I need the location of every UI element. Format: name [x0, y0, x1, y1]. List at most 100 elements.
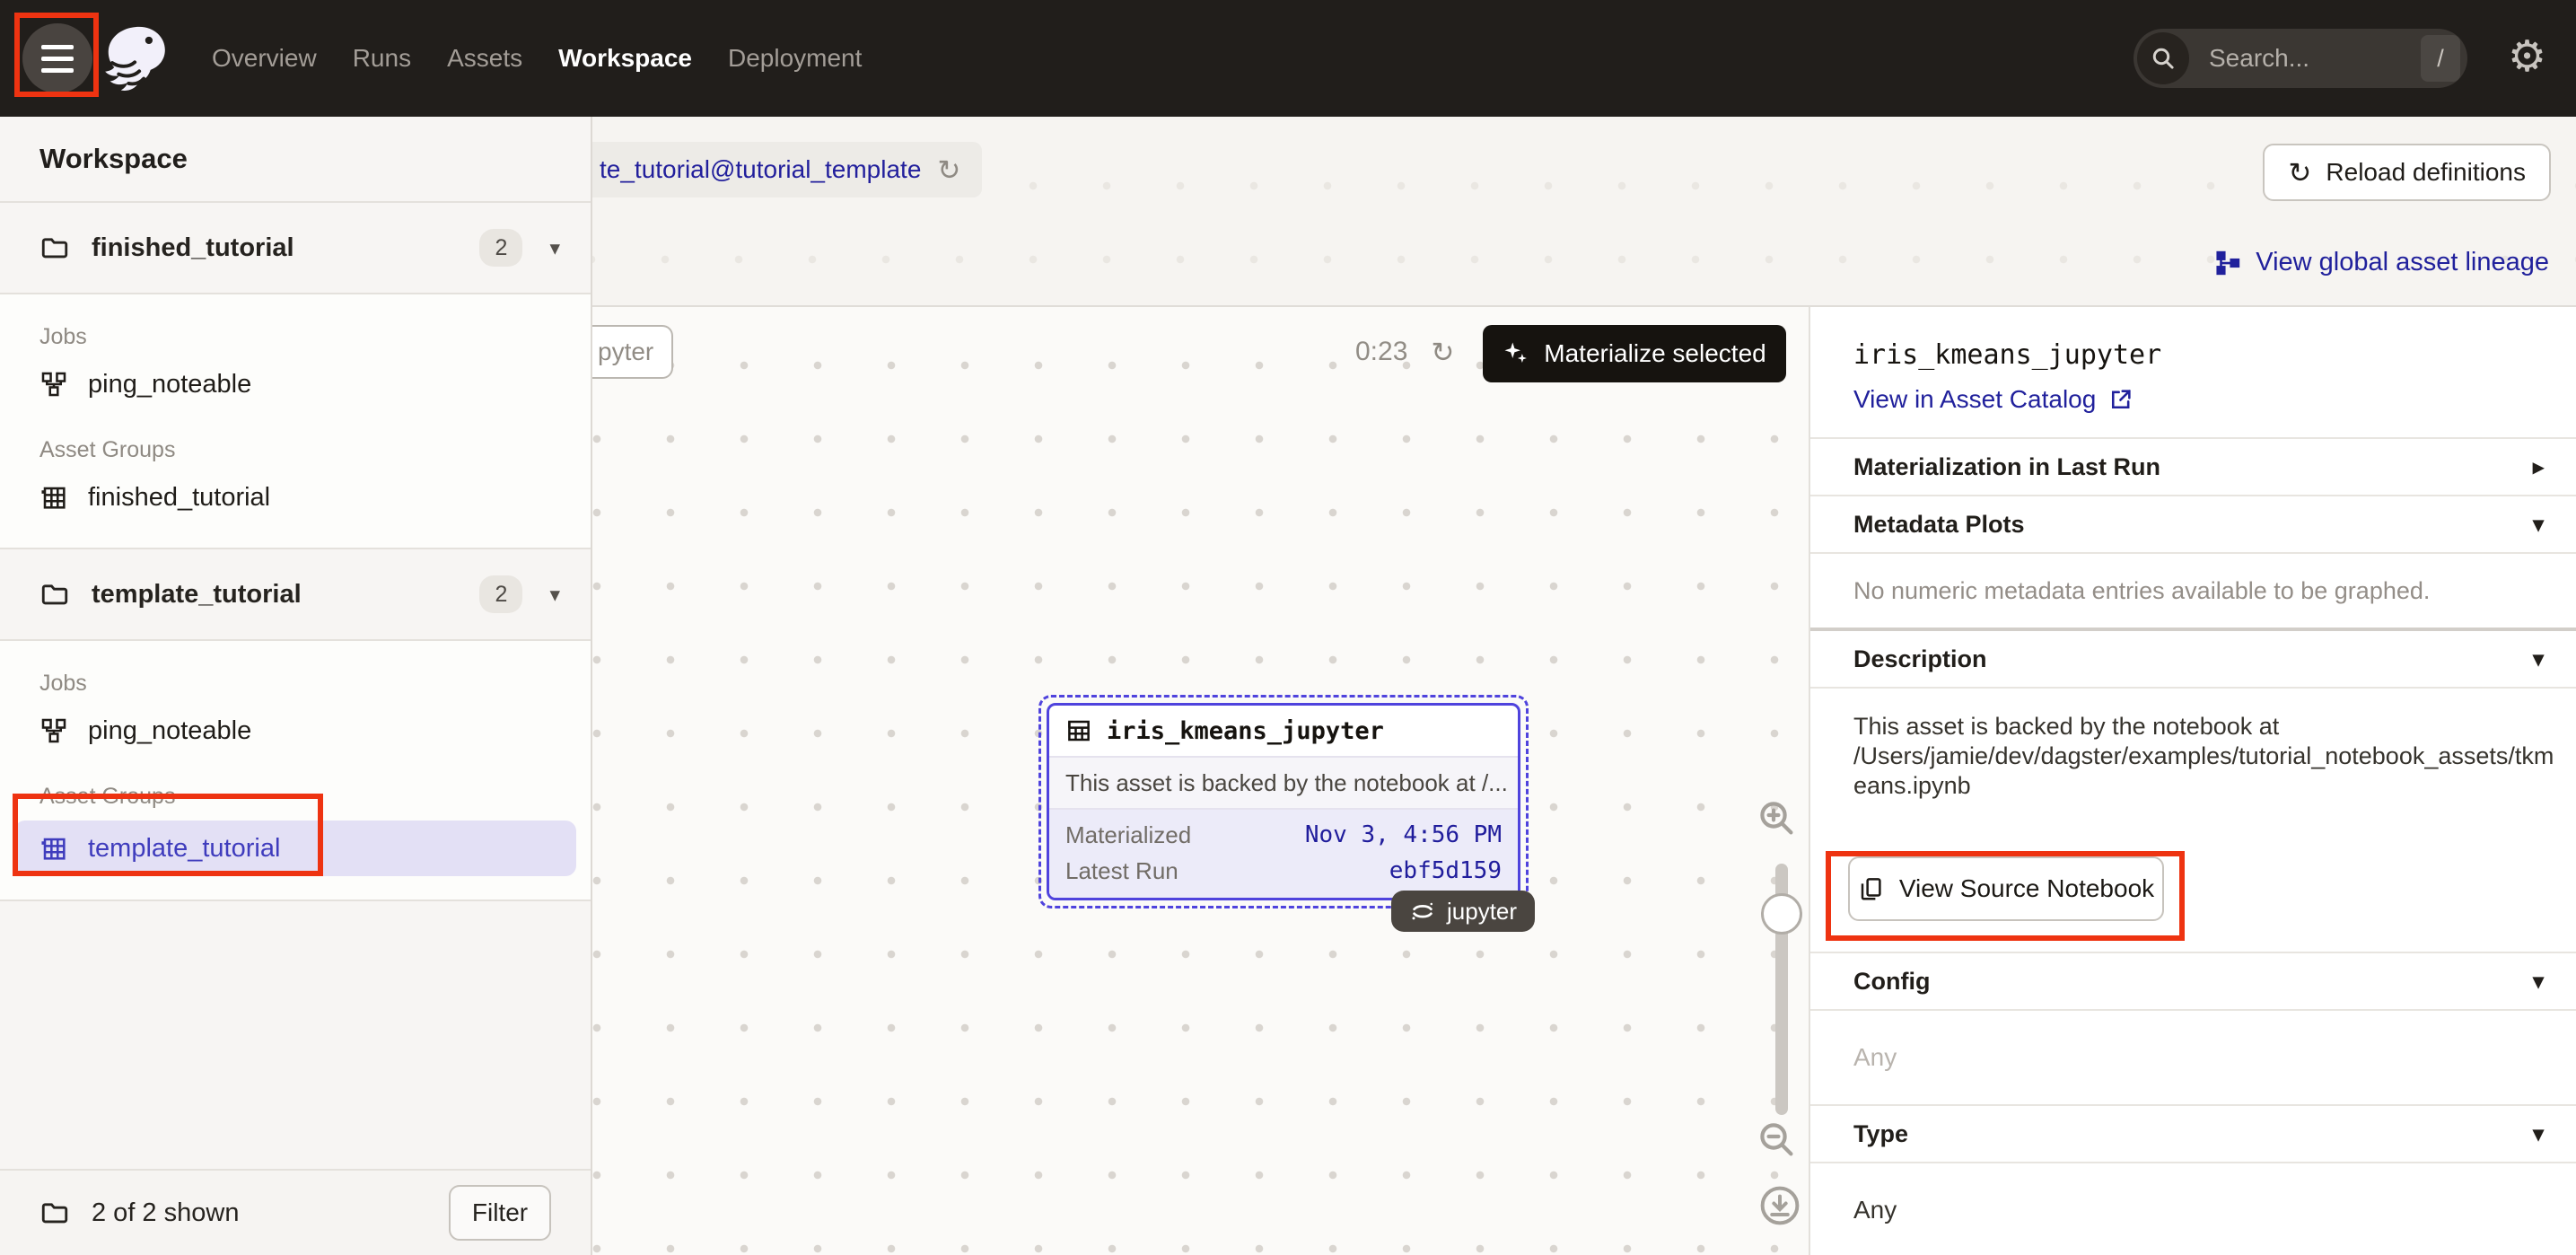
zoom-out-icon[interactable]	[1756, 1119, 1799, 1162]
sidebar-item-asset-group-template-tutorial[interactable]: template_tutorial	[14, 821, 576, 876]
materialized-value[interactable]: Nov 3, 4:56 PM	[1305, 821, 1502, 848]
filter-button[interactable]: Filter	[449, 1185, 551, 1241]
reload-definitions-label: Reload definitions	[2326, 158, 2526, 187]
section-label: Description	[1853, 645, 1987, 673]
materialized-label: Materialized	[1065, 821, 1191, 849]
timer-value: 0:23	[1355, 337, 1407, 367]
zoom-slider-thumb[interactable]	[1761, 893, 1802, 935]
main-header: te_tutorial@tutorial_template ↻ ↻ Reload…	[592, 117, 2576, 307]
nav-runs[interactable]: Runs	[353, 44, 411, 73]
asset-group-icon	[39, 834, 68, 863]
asset-details-panel: iris_kmeans_jupyter View in Asset Catalo…	[1809, 307, 2576, 1255]
type-value: Any	[1810, 1163, 2576, 1255]
config-value: Any	[1810, 1011, 2576, 1104]
search-input[interactable]: Search... /	[2134, 29, 2467, 88]
asset-group-icon	[39, 483, 68, 512]
description-text: This asset is backed by the notebook at …	[1810, 689, 2576, 801]
section-type[interactable]: Type ▾	[1810, 1106, 2576, 1162]
chevron-right-icon: ▸	[2533, 454, 2544, 480]
gear-icon[interactable]: ⚙	[2508, 31, 2546, 84]
nav-overview[interactable]: Overview	[212, 44, 317, 73]
materialize-selected-button[interactable]: Materialize selected	[1483, 325, 1786, 382]
copy-notebook-icon	[1858, 875, 1885, 902]
section-config[interactable]: Config ▾	[1810, 953, 2576, 1009]
workspace-sidebar: Workspace finished_tutorial 2 ▾ Jobs pin…	[0, 117, 592, 1255]
view-source-notebook-button[interactable]: View Source Notebook	[1848, 856, 2164, 921]
compute-kind-tag-jupyter[interactable]: jupyter	[1391, 891, 1535, 932]
sidebar-group-template-tutorial[interactable]: template_tutorial 2 ▾	[0, 549, 591, 641]
lineage-label: View global asset lineage	[2256, 248, 2549, 277]
main-area: te_tutorial@tutorial_template ↻ ↻ Reload…	[592, 117, 2576, 1255]
folder-icon	[39, 233, 70, 263]
asset-groups-label: Asset Groups	[0, 776, 591, 817]
graph-timer: 0:23 ↻	[1355, 325, 1454, 379]
asset-graph-canvas[interactable]: pyter 0:23 ↻ Materialize selected	[592, 307, 1809, 1255]
group-name: finished_tutorial	[92, 233, 479, 263]
chevron-down-icon: ▾	[2533, 646, 2544, 672]
tag-label: jupyter	[1447, 898, 1517, 926]
latest-run-value[interactable]: ebf5d159	[1389, 857, 1502, 884]
nav-workspace[interactable]: Workspace	[558, 44, 692, 73]
view-in-asset-catalog-link[interactable]: View in Asset Catalog	[1853, 385, 2576, 414]
view-global-asset-lineage-link[interactable]: View global asset lineage	[2214, 248, 2549, 277]
job-icon	[39, 716, 68, 745]
sidebar-group-finished-tutorial[interactable]: finished_tutorial 2 ▾	[0, 203, 591, 294]
folder-icon	[39, 1198, 70, 1228]
zoom-in-icon[interactable]	[1756, 797, 1799, 840]
shown-count: 2 of 2 shown	[92, 1198, 449, 1228]
chevron-down-icon: ▾	[2533, 1121, 2544, 1147]
section-label: Metadata Plots	[1853, 511, 2025, 539]
dagster-logo-icon	[99, 20, 176, 97]
sidebar-item-job-ping-noteable-2[interactable]: ping_noteable	[0, 704, 591, 758]
sidebar-item-job-ping-noteable[interactable]: ping_noteable	[0, 357, 591, 411]
repo-tag-label: te_tutorial@tutorial_template	[600, 155, 921, 184]
lineage-icon	[2214, 250, 2241, 276]
section-materialization-last-run[interactable]: Materialization in Last Run ▸	[1810, 439, 2576, 495]
refresh-icon[interactable]: ↻	[937, 156, 960, 184]
chevron-down-icon[interactable]: ▾	[549, 583, 560, 607]
repo-location-tag[interactable]: te_tutorial@tutorial_template ↻	[592, 142, 982, 197]
primary-nav: Overview Runs Assets Workspace Deploymen…	[212, 0, 862, 117]
chevron-down-icon: ▾	[2533, 512, 2544, 538]
top-nav-bar: Overview Runs Assets Workspace Deploymen…	[0, 0, 2576, 117]
count-badge: 2	[479, 575, 522, 613]
asset-groups-label: Asset Groups	[0, 429, 591, 470]
job-name: ping_noteable	[88, 370, 251, 399]
job-name: ping_noteable	[88, 716, 251, 746]
refresh-icon[interactable]: ↻	[1431, 338, 1454, 366]
external-link-icon	[2108, 387, 2134, 412]
materialize-label: Materialize selected	[1544, 339, 1766, 368]
section-label: Type	[1853, 1120, 1908, 1148]
nav-deployment[interactable]: Deployment	[728, 44, 862, 73]
chevron-down-icon[interactable]: ▾	[549, 236, 560, 260]
section-label: Materialization in Last Run	[1853, 453, 2160, 481]
section-label: Config	[1853, 968, 1930, 996]
asset-node-iris-kmeans-jupyter[interactable]: iris_kmeans_jupyter This asset is backed…	[1038, 695, 1529, 908]
folder-icon	[39, 579, 70, 610]
asset-group-name: template_tutorial	[88, 834, 280, 864]
latest-run-label: Latest Run	[1065, 857, 1178, 885]
reload-definitions-button[interactable]: ↻ Reload definitions	[2263, 144, 2551, 201]
hamburger-menu-button[interactable]	[22, 23, 92, 93]
group-contents-finished-tutorial: Jobs ping_noteable Asset Groups finished…	[0, 294, 591, 549]
download-image-icon[interactable]	[1757, 1183, 1802, 1228]
node-description: This asset is backed by the notebook at …	[1049, 756, 1518, 810]
table-icon	[1065, 717, 1092, 744]
section-description[interactable]: Description ▾	[1810, 631, 2576, 687]
filter-chip-clipped[interactable]: pyter	[592, 325, 673, 379]
jobs-label: Jobs	[0, 316, 591, 357]
node-selection-outline: iris_kmeans_jupyter This asset is backed…	[1038, 695, 1529, 908]
view-source-label: View Source Notebook	[1899, 874, 2154, 903]
description-path: /Users/jamie/dev/dagster/examples/tutori…	[1853, 742, 2567, 801]
filter-chip-label: pyter	[598, 338, 653, 366]
group-contents-template-tutorial: Jobs ping_noteable Asset Groups template…	[0, 641, 591, 901]
search-placeholder: Search...	[2209, 44, 2421, 73]
sidebar-item-asset-group-finished-tutorial[interactable]: finished_tutorial	[0, 470, 591, 524]
sidebar-footer: 2 of 2 shown Filter	[0, 1169, 591, 1255]
sparkles-icon	[1503, 340, 1529, 367]
section-metadata-plots[interactable]: Metadata Plots ▾	[1810, 496, 2576, 552]
refresh-icon: ↻	[2288, 159, 2311, 187]
hamburger-icon	[41, 45, 74, 49]
catalog-link-label: View in Asset Catalog	[1853, 385, 2096, 414]
nav-assets[interactable]: Assets	[447, 44, 522, 73]
